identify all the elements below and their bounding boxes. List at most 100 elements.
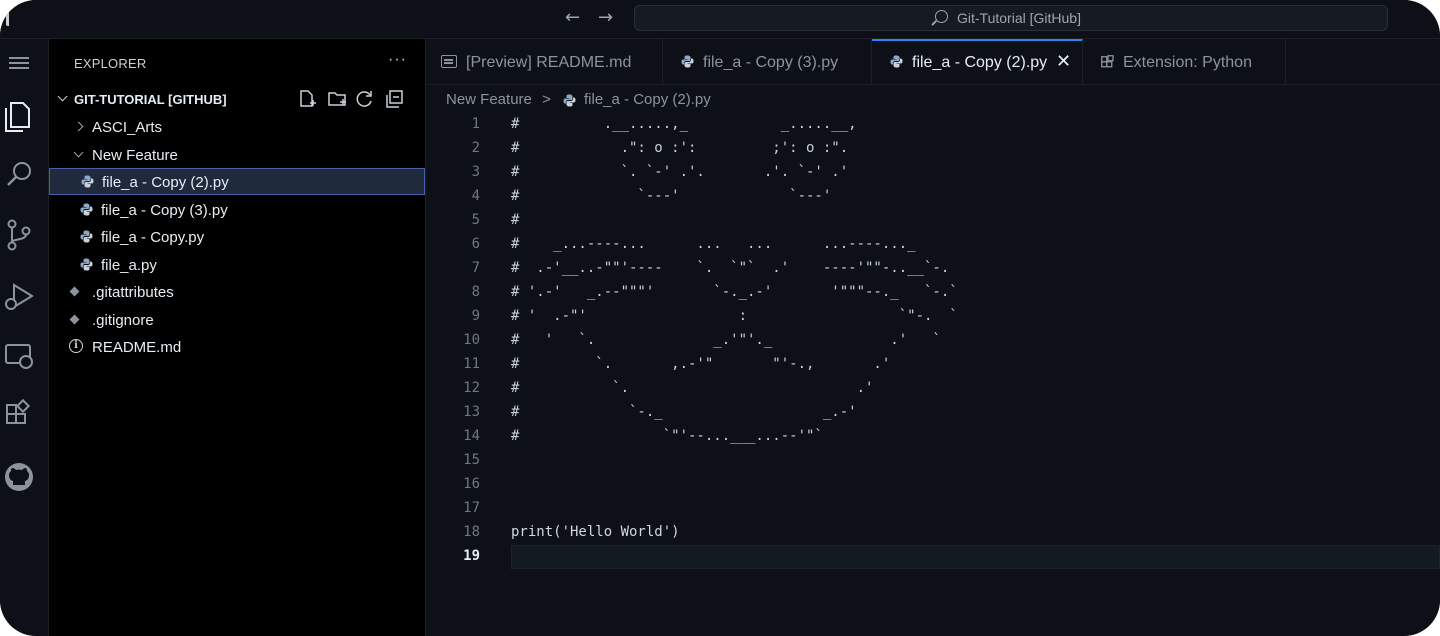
tree-item-readme[interactable]: i README.md bbox=[49, 334, 425, 361]
tab-label: file_a - Copy (3).py bbox=[703, 54, 839, 71]
github-icon[interactable] bbox=[0, 457, 48, 497]
extensions-icon[interactable] bbox=[0, 397, 48, 437]
new-file-icon[interactable] bbox=[297, 89, 317, 109]
explorer-sidebar: EXPLORER ··· GIT-TUTORIAL [GITHUB] ASCI_… bbox=[49, 39, 426, 636]
python-icon bbox=[890, 55, 903, 68]
close-icon[interactable]: ✕ bbox=[1056, 51, 1071, 72]
line-content: # .": o :': ;': o :". bbox=[511, 140, 849, 156]
code-line[interactable]: 1 # .__.....,_ _.....__, bbox=[426, 113, 1440, 137]
source-control-icon[interactable] bbox=[0, 215, 48, 255]
line-number: 16 bbox=[463, 476, 480, 492]
code-line[interactable]: 3 # `. `-' .'. .'. `-' .' bbox=[426, 161, 1440, 185]
tree-item-file-a-copy[interactable]: file_a - Copy.py bbox=[49, 224, 425, 251]
tab-file-a-copy-3[interactable]: file_a - Copy (3).py bbox=[663, 39, 872, 84]
line-content: # ' `. _.'"'._ .' ` bbox=[511, 332, 941, 348]
new-folder-icon[interactable] bbox=[327, 89, 347, 109]
line-content: # `---' `---' bbox=[511, 188, 832, 204]
code-line[interactable]: 5 # bbox=[426, 209, 1440, 233]
repo-section-header[interactable]: GIT-TUTORIAL [GITHUB] bbox=[49, 89, 425, 111]
command-center-label: Git-Tutorial [GitHub] bbox=[957, 10, 1081, 26]
git-file-icon bbox=[69, 286, 80, 297]
tab-file-a-copy-2[interactable]: file_a - Copy (2).py ✕ bbox=[872, 39, 1083, 84]
line-content: # ' .-"' : `"-. ` bbox=[511, 308, 958, 324]
app-logo-icon bbox=[6, 10, 19, 26]
code-line[interactable]: 6 # _...----... ... ... ...----..._ bbox=[426, 233, 1440, 257]
run-debug-icon[interactable] bbox=[0, 277, 48, 317]
collapse-all-icon[interactable] bbox=[385, 89, 405, 109]
tree-item-label: file_a - Copy.py bbox=[101, 229, 205, 246]
code-line[interactable]: 7 # .-'__..-""'---- `. `"` .' ----'""-.._… bbox=[426, 257, 1440, 281]
line-number: 6 bbox=[471, 236, 480, 252]
line-number: 4 bbox=[471, 188, 480, 204]
remote-explorer-icon[interactable] bbox=[0, 337, 48, 377]
forward-arrow-icon[interactable]: → bbox=[598, 7, 613, 28]
tree-item-label: file_a - Copy (3).py bbox=[101, 202, 228, 219]
refresh-icon[interactable] bbox=[355, 89, 375, 109]
breadcrumb-separator: > bbox=[542, 91, 551, 108]
line-number: 10 bbox=[463, 332, 480, 348]
breadcrumb-file[interactable]: file_a - Copy (2).py bbox=[584, 91, 711, 108]
code-line[interactable]: 14 # `"'--...___...--'"` bbox=[426, 425, 1440, 449]
tree-item-gitattributes[interactable]: .gitattributes bbox=[49, 279, 425, 306]
tab-extension-python[interactable]: Extension: Python bbox=[1083, 39, 1286, 84]
line-number: 13 bbox=[463, 404, 480, 420]
python-icon bbox=[80, 203, 93, 216]
more-actions-icon[interactable]: ··· bbox=[388, 51, 407, 69]
code-line[interactable]: 13 # `-._ _.-' bbox=[426, 401, 1440, 425]
line-content: print('Hello World') bbox=[511, 524, 680, 540]
current-line-highlight bbox=[511, 545, 1440, 569]
tree-item-file-a[interactable]: file_a.py bbox=[49, 252, 425, 279]
tree-item-file-a-copy-3[interactable]: file_a - Copy (3).py bbox=[49, 197, 425, 224]
tab-readme-preview[interactable]: [Preview] README.md bbox=[426, 39, 663, 84]
line-number: 8 bbox=[471, 284, 480, 300]
tree-item-label: README.md bbox=[92, 339, 182, 356]
code-line[interactable]: 9 # ' .-"' : `"-. ` bbox=[426, 305, 1440, 329]
code-line[interactable]: 16 bbox=[426, 473, 1440, 497]
tree-item-label: New Feature bbox=[92, 147, 178, 164]
line-content: # .__.....,_ _.....__, bbox=[511, 116, 857, 132]
code-line[interactable]: 10 # ' `. _.'"'._ .' ` bbox=[426, 329, 1440, 353]
tree-item-label: file_a - Copy (2).py bbox=[102, 174, 229, 191]
code-line[interactable]: 8 # '.-' _.--"""' `-._.-' '"""--._ `-.` bbox=[426, 281, 1440, 305]
python-icon bbox=[80, 258, 93, 271]
sidebar-title: EXPLORER bbox=[74, 56, 147, 71]
line-content: # `"'--...___...--'"` bbox=[511, 428, 823, 444]
code-line[interactable]: 4 # `---' `---' bbox=[426, 185, 1440, 209]
tree-item-asci-arts[interactable]: ASCI_Arts bbox=[49, 114, 425, 141]
line-number: 7 bbox=[471, 260, 480, 276]
tree-item-file-a-copy-2[interactable]: file_a - Copy (2).py bbox=[49, 168, 425, 195]
breadcrumb-folder[interactable]: New Feature bbox=[446, 91, 532, 108]
explorer-icon[interactable] bbox=[0, 95, 48, 135]
line-number: 9 bbox=[471, 308, 480, 324]
back-arrow-icon[interactable]: ← bbox=[565, 7, 580, 28]
line-content: # `. ,.-'" "'-., .' bbox=[511, 356, 891, 372]
code-line[interactable]: 18 print('Hello World') bbox=[426, 521, 1440, 545]
search-icon[interactable] bbox=[0, 155, 48, 195]
extensions-icon bbox=[1101, 55, 1114, 68]
line-number: 15 bbox=[463, 452, 480, 468]
code-line[interactable]: 19 bbox=[426, 545, 1440, 569]
code-line[interactable]: 15 bbox=[426, 449, 1440, 473]
tree-item-new-feature[interactable]: New Feature bbox=[49, 142, 425, 169]
tab-bar: [Preview] README.md file_a - Copy (3).py… bbox=[426, 39, 1440, 85]
line-number: 17 bbox=[463, 500, 480, 516]
chevron-right-icon bbox=[73, 121, 84, 132]
tree-item-label: ASCI_Arts bbox=[92, 119, 163, 136]
code-line[interactable]: 11 # `. ,.-'" "'-., .' bbox=[426, 353, 1440, 377]
python-icon bbox=[81, 175, 94, 188]
line-content: # `. .' bbox=[511, 380, 874, 396]
code-line[interactable]: 2 # .": o :': ;': o :". bbox=[426, 137, 1440, 161]
tab-label: file_a - Copy (2).py bbox=[912, 54, 1048, 71]
vscode-window: ← → Git-Tutorial [GitHub] EXPLORER ··· G… bbox=[0, 0, 1440, 636]
line-number: 3 bbox=[471, 164, 480, 180]
menu-icon[interactable] bbox=[0, 43, 48, 83]
tree-item-gitignore[interactable]: .gitignore bbox=[49, 307, 425, 334]
repo-label: GIT-TUTORIAL [GITHUB] bbox=[74, 92, 227, 107]
python-icon bbox=[681, 55, 694, 68]
command-center-search[interactable]: Git-Tutorial [GitHub] bbox=[634, 5, 1388, 31]
line-number: 14 bbox=[463, 428, 480, 444]
code-line[interactable]: 12 # `. .' bbox=[426, 377, 1440, 401]
line-content: # _...----... ... ... ...----..._ bbox=[511, 236, 916, 252]
code-line[interactable]: 17 bbox=[426, 497, 1440, 521]
python-icon bbox=[80, 230, 93, 243]
